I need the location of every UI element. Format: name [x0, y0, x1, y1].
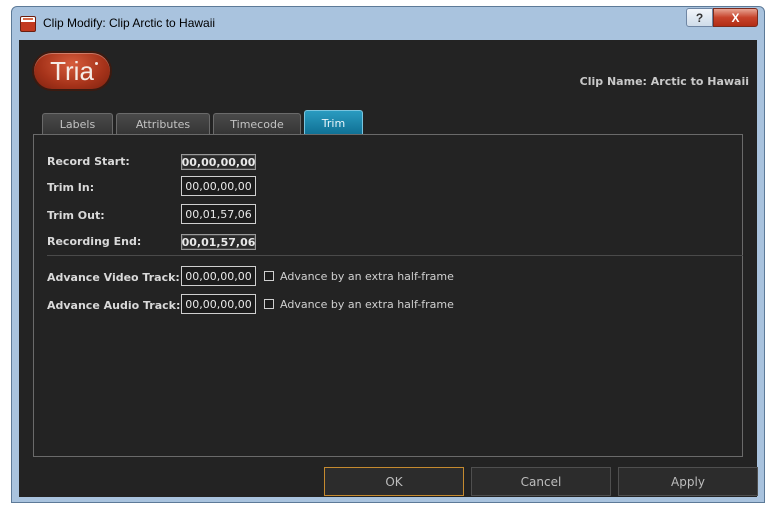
trim-in-label: Trim In:: [47, 181, 95, 194]
advance-video-halfframe-checkbox[interactable]: [264, 271, 274, 281]
section-divider: [47, 255, 743, 256]
app-icon: [20, 16, 36, 32]
recording-end-value: 00,01,57,06: [181, 234, 256, 250]
recording-end-label: Recording End:: [47, 235, 142, 248]
advance-video-field[interactable]: 00,00,00,00: [181, 266, 256, 286]
tab-attributes[interactable]: Attributes: [116, 113, 210, 134]
advance-video-halfframe-label[interactable]: Advance by an extra half-frame: [280, 270, 454, 283]
tab-timecode[interactable]: Timecode: [213, 113, 301, 134]
advance-audio-label: Advance Audio Track:: [47, 299, 181, 312]
dialog-window: Clip Modify: Clip Arctic to Hawaii ? X T…: [11, 6, 765, 503]
window-title: Clip Modify: Clip Arctic to Hawaii: [43, 16, 216, 30]
trim-panel: Record Start: 00,00,00,00 Trim In: 00,00…: [33, 134, 743, 457]
ok-button[interactable]: OK: [324, 467, 464, 496]
logo-text: Tria: [50, 55, 94, 86]
trim-out-field[interactable]: 00,01,57,06: [181, 204, 256, 224]
close-button[interactable]: X: [713, 8, 758, 27]
advance-video-label: Advance Video Track:: [47, 271, 180, 284]
record-start-value: 00,00,00,00: [181, 154, 256, 170]
record-start-label: Record Start:: [47, 155, 130, 168]
tab-trim[interactable]: Trim: [304, 110, 363, 135]
title-bar[interactable]: Clip Modify: Clip Arctic to Hawaii ? X: [12, 7, 764, 40]
cancel-button[interactable]: Cancel: [471, 467, 611, 496]
advance-audio-halfframe-label[interactable]: Advance by an extra half-frame: [280, 298, 454, 311]
tria-logo: Tria: [34, 53, 110, 89]
trim-out-label: Trim Out:: [47, 209, 105, 222]
dialog-body: Tria Clip Name: Arctic to Hawaii Labels …: [19, 40, 758, 497]
help-button[interactable]: ?: [686, 8, 713, 27]
advance-audio-halfframe-checkbox[interactable]: [264, 299, 274, 309]
advance-audio-field[interactable]: 00,00,00,00: [181, 294, 256, 314]
logo-trademark-dot: [95, 62, 98, 65]
apply-button[interactable]: Apply: [618, 467, 758, 496]
trim-in-field[interactable]: 00,00,00,00: [181, 176, 256, 196]
clip-name-label: Clip Name: Arctic to Hawaii: [579, 75, 749, 88]
tab-labels[interactable]: Labels: [42, 113, 113, 134]
